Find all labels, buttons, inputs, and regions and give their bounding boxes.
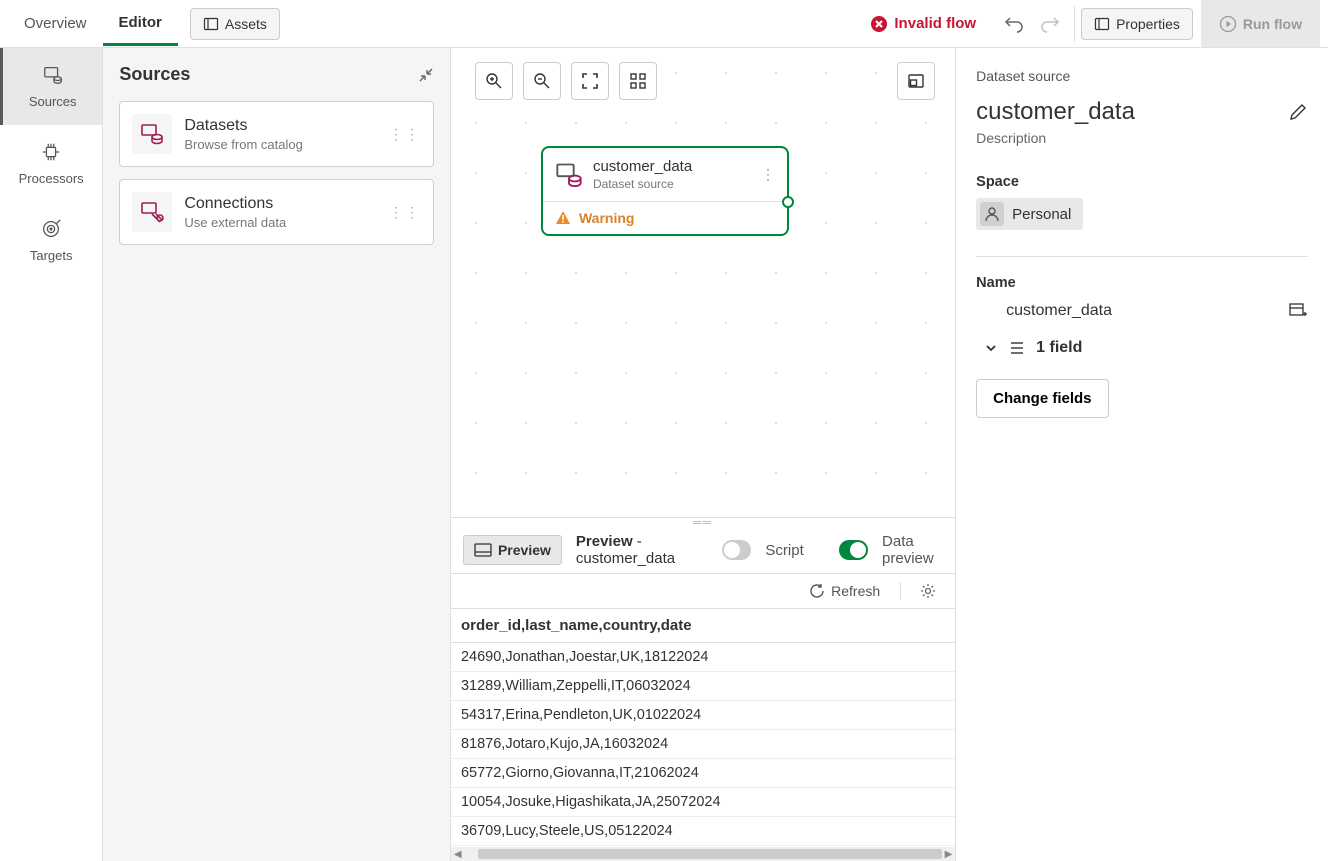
refresh-icon <box>809 583 825 599</box>
preview-row: 36709,Lucy,Steele,US,05122024 <box>451 817 955 846</box>
preview-header-row: order_id,last_name,country,date <box>451 609 955 643</box>
props-title: customer_data <box>976 98 1135 126</box>
preview-row: 65772,Giorno,Giovanna,IT,21062024 <box>451 759 955 788</box>
change-fields-button[interactable]: Change fields <box>976 379 1108 418</box>
processors-icon <box>40 141 62 163</box>
add-table-button[interactable] <box>1288 301 1308 321</box>
preview-settings-button[interactable] <box>900 582 937 600</box>
edit-title-button[interactable] <box>1288 102 1308 122</box>
preview-bar: Preview Preview - customer_data Script D… <box>451 527 955 573</box>
zoom-in-icon <box>485 72 503 90</box>
sources-icon <box>42 64 64 86</box>
targets-icon <box>40 218 62 240</box>
panel-icon <box>1094 16 1110 32</box>
node-warning: Warning <box>543 201 787 234</box>
grid-button[interactable] <box>619 62 657 100</box>
rail-targets[interactable]: Targets <box>0 202 102 279</box>
node-subtitle: Dataset source <box>593 177 751 191</box>
name-label: Name <box>976 275 1308 291</box>
canvas-node-customer-data[interactable]: customer_data Dataset source ⋮ Warning <box>541 146 789 236</box>
node-menu-button[interactable]: ⋮ <box>761 166 775 183</box>
table-plus-icon <box>1288 301 1308 321</box>
script-toggle-label: Script <box>765 542 803 559</box>
preview-title: Preview - customer_data <box>576 533 694 567</box>
data-preview-toggle[interactable] <box>839 540 868 560</box>
redo-icon <box>1040 14 1060 34</box>
source-card-datasets[interactable]: Datasets Browse from catalog ⋮⋮ <box>119 101 434 167</box>
canvas-toolbar <box>475 62 657 100</box>
datasets-icon <box>132 114 172 154</box>
node-output-port[interactable] <box>782 196 794 208</box>
person-icon <box>980 202 1004 226</box>
minimap-button[interactable] <box>897 62 935 100</box>
warning-icon <box>555 210 571 226</box>
dataset-icon <box>555 161 583 189</box>
node-title: customer_data <box>593 158 751 175</box>
invalid-flow-badge: Invalid flow <box>870 15 976 33</box>
collapse-icon <box>418 67 434 83</box>
source-card-title: Connections <box>184 195 377 213</box>
fullscreen-icon <box>581 72 599 90</box>
collapse-panel-button[interactable] <box>418 67 434 83</box>
preview-table: order_id,last_name,country,date 24690,Jo… <box>451 609 955 847</box>
assets-button[interactable]: Assets <box>190 8 280 40</box>
source-card-sub: Browse from catalog <box>184 137 377 152</box>
refresh-button[interactable]: Refresh <box>809 583 880 599</box>
sources-panel-title: Sources <box>119 64 190 85</box>
panel-icon <box>474 543 492 557</box>
field-expand-row[interactable]: 1 field <box>976 339 1308 357</box>
play-circle-icon <box>1219 15 1237 33</box>
undo-icon <box>1004 14 1024 34</box>
panel-icon <box>203 16 219 32</box>
preview-chip[interactable]: Preview <box>463 535 562 565</box>
undo-button[interactable] <box>996 6 1032 42</box>
canvas-and-preview: customer_data Dataset source ⋮ Warning ═… <box>451 48 955 861</box>
preview-row: 31289,William,Zeppelli,IT,06032024 <box>451 672 955 701</box>
horizontal-scrollbar[interactable]: ◀▶ <box>451 847 955 861</box>
source-card-connections[interactable]: Connections Use external data ⋮⋮ <box>119 179 434 245</box>
zoom-out-button[interactable] <box>523 62 561 100</box>
run-flow-button: Run flow <box>1201 0 1320 47</box>
tab-overview[interactable]: Overview <box>8 3 103 44</box>
tab-editor[interactable]: Editor <box>103 2 178 46</box>
source-card-sub: Use external data <box>184 215 377 230</box>
fit-screen-button[interactable] <box>571 62 609 100</box>
preview-resize-handle[interactable]: ══ <box>451 517 955 527</box>
connections-icon <box>132 192 172 232</box>
props-type-label: Dataset source <box>976 68 1308 84</box>
preview-row: 10054,Josuke,Higashikata,JA,25072024 <box>451 788 955 817</box>
space-label: Space <box>976 174 1308 190</box>
gear-icon <box>919 582 937 600</box>
pencil-icon <box>1288 102 1308 122</box>
props-description: Description <box>976 130 1308 146</box>
top-tab-bar: Overview Editor Assets Invalid flow Prop… <box>0 0 1328 48</box>
chevron-down-icon <box>984 341 998 355</box>
properties-panel: Dataset source customer_data Description… <box>955 48 1328 861</box>
left-rail: Sources Processors Targets <box>0 48 103 861</box>
properties-button[interactable]: Properties <box>1081 8 1193 40</box>
name-value: customer_data <box>1006 302 1112 320</box>
grid-icon <box>629 72 647 90</box>
drag-handle-icon[interactable]: ⋮⋮ <box>389 204 421 221</box>
space-chip: Personal <box>976 198 1083 230</box>
preview-row: 24690,Jonathan,Joestar,UK,18122024 <box>451 643 955 672</box>
rail-sources[interactable]: Sources <box>0 48 102 125</box>
minimap-icon <box>907 72 925 90</box>
zoom-in-button[interactable] <box>475 62 513 100</box>
preview-row: 81876,Jotaro,Kujo,JA,16032024 <box>451 730 955 759</box>
redo-button[interactable] <box>1032 6 1068 42</box>
script-toggle[interactable] <box>722 540 751 560</box>
list-icon <box>1008 339 1026 357</box>
zoom-out-icon <box>533 72 551 90</box>
data-preview-toggle-label: Data preview <box>882 533 943 567</box>
drag-handle-icon[interactable]: ⋮⋮ <box>389 126 421 143</box>
rail-processors[interactable]: Processors <box>0 125 102 202</box>
error-circle-icon <box>870 15 888 33</box>
preview-row: 54317,Erina,Pendleton,UK,01022024 <box>451 701 955 730</box>
sources-panel: Sources Datasets Browse from catalog ⋮⋮ … <box>103 48 451 861</box>
flow-canvas[interactable]: customer_data Dataset source ⋮ Warning <box>451 48 955 517</box>
source-card-title: Datasets <box>184 117 377 135</box>
